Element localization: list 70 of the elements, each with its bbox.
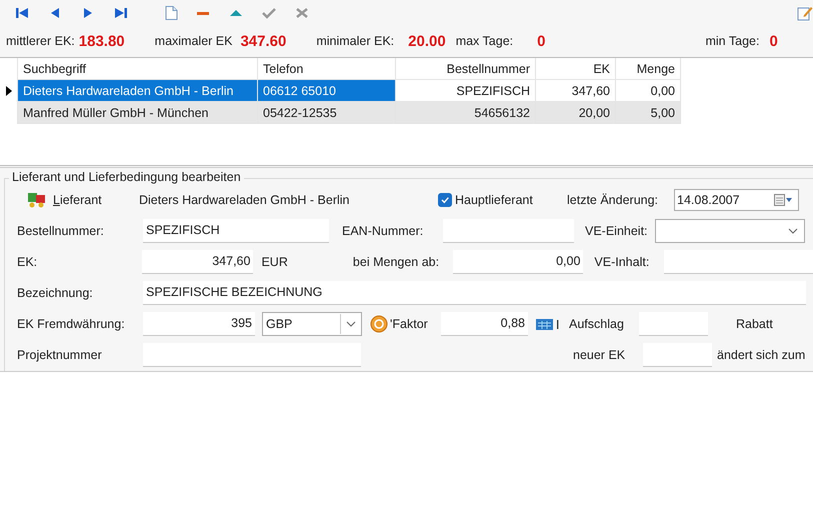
table-cell: 20,00 [536, 102, 616, 124]
stat-value: 183.80 [78, 32, 125, 50]
field-label: VE-Inhalt: [593, 254, 650, 268]
input-field[interactable]: 347,60 [142, 250, 254, 274]
currency-label: EUR [260, 254, 289, 268]
stat-label: mittlerer EK: [6, 34, 75, 48]
input-field[interactable] [664, 250, 813, 274]
stat-label: maximaler EK [154, 34, 232, 48]
stat-value: 347.60 [240, 32, 286, 50]
field-label: neuer EK [572, 348, 626, 362]
table-cell: 5,00 [616, 102, 681, 124]
field-label: Rabatt [735, 316, 773, 330]
stat-value: 0 [769, 32, 778, 50]
table-row[interactable]: Manfred Müller GmbH - München 05422-12535 54656132 20,00 5,00 [0, 102, 813, 124]
field-label: EK Fremdwährung: [16, 316, 126, 330]
field-label: letzte Änderung: [567, 192, 660, 206]
column-header: EK [536, 58, 616, 80]
stat-label: minimaler EK: [316, 34, 394, 48]
calculator-icon[interactable] [536, 316, 560, 330]
stat-value: 20.00 [408, 32, 446, 50]
column-header: Bestellnummer [396, 58, 536, 80]
column-header: Telefon [258, 58, 396, 80]
edit-icon[interactable] [797, 5, 813, 21]
first-record-icon[interactable] [14, 5, 30, 21]
document-icon[interactable] [164, 5, 180, 21]
date-field[interactable]: 14.08.2007 [674, 188, 799, 210]
input-field[interactable]: 0,00 [453, 250, 584, 274]
stat-value: 0 [537, 32, 546, 50]
current-row-icon [6, 86, 12, 96]
refresh-icon[interactable] [370, 314, 388, 332]
field-label: Projektnummer [16, 348, 103, 362]
table-cell: 05422-12535 [258, 102, 396, 124]
column-header: Menge [616, 58, 681, 80]
input-field[interactable] [143, 342, 361, 366]
field-label: 'Faktor [389, 316, 429, 330]
field-label: VE-Einheit: [584, 224, 649, 238]
chevron-down-icon [788, 228, 798, 234]
group-title: Lieferant und Lieferbedingung bearbeiten [9, 170, 244, 184]
table-cell: Manfred Müller GmbH - München [18, 102, 258, 124]
field-label: EK: [16, 254, 38, 268]
table-row[interactable]: Dieters Hardwareladen GmbH - Berlin 06612 65010 SPEZIFISCH 347,60 0,00 [0, 80, 813, 102]
table-cell: Dieters Hardwareladen GmbH - Berlin [18, 80, 258, 102]
stat-label: max Tage: [456, 34, 514, 48]
chevron-down-icon [346, 320, 356, 326]
field-label: Bestellnummer: [16, 224, 105, 238]
supplier-name: Dieters Hardwareladen GmbH - Berlin [139, 192, 350, 206]
stat-label: min Tage: [705, 34, 760, 48]
input-field[interactable]: SPEZIFISCHE BEZEICHNUNG [143, 280, 806, 304]
main-supplier-checkbox[interactable]: Hauptlieferant [438, 192, 567, 206]
input-field[interactable] [643, 342, 712, 366]
dropdown-field[interactable] [655, 218, 805, 242]
truck-icon [27, 190, 47, 208]
input-field[interactable]: 395 [143, 312, 255, 336]
input-field[interactable]: 0,88 [441, 312, 528, 336]
input-field[interactable] [639, 312, 708, 336]
last-record-icon[interactable] [113, 5, 129, 21]
field-label: EAN-Nummer: [341, 224, 424, 238]
field-label: Bezeichnung: [16, 286, 94, 300]
calendar-icon[interactable] [774, 194, 792, 206]
checkmark-icon [440, 194, 450, 204]
table-cell: 06612 65010 [258, 80, 396, 102]
field-label: ändert sich zum [716, 348, 806, 362]
supplier-link[interactable]: Lieferant [53, 192, 139, 206]
table-cell: 54656132 [396, 102, 536, 124]
input-field[interactable] [443, 218, 574, 242]
field-label: bei Mengen ab: [352, 254, 440, 268]
field-label: Aufschlag [568, 316, 625, 330]
input-field[interactable]: SPEZIFISCH [143, 218, 329, 242]
currency-dropdown[interactable]: GBP [262, 312, 362, 336]
column-header: Suchbegriff [18, 58, 258, 80]
